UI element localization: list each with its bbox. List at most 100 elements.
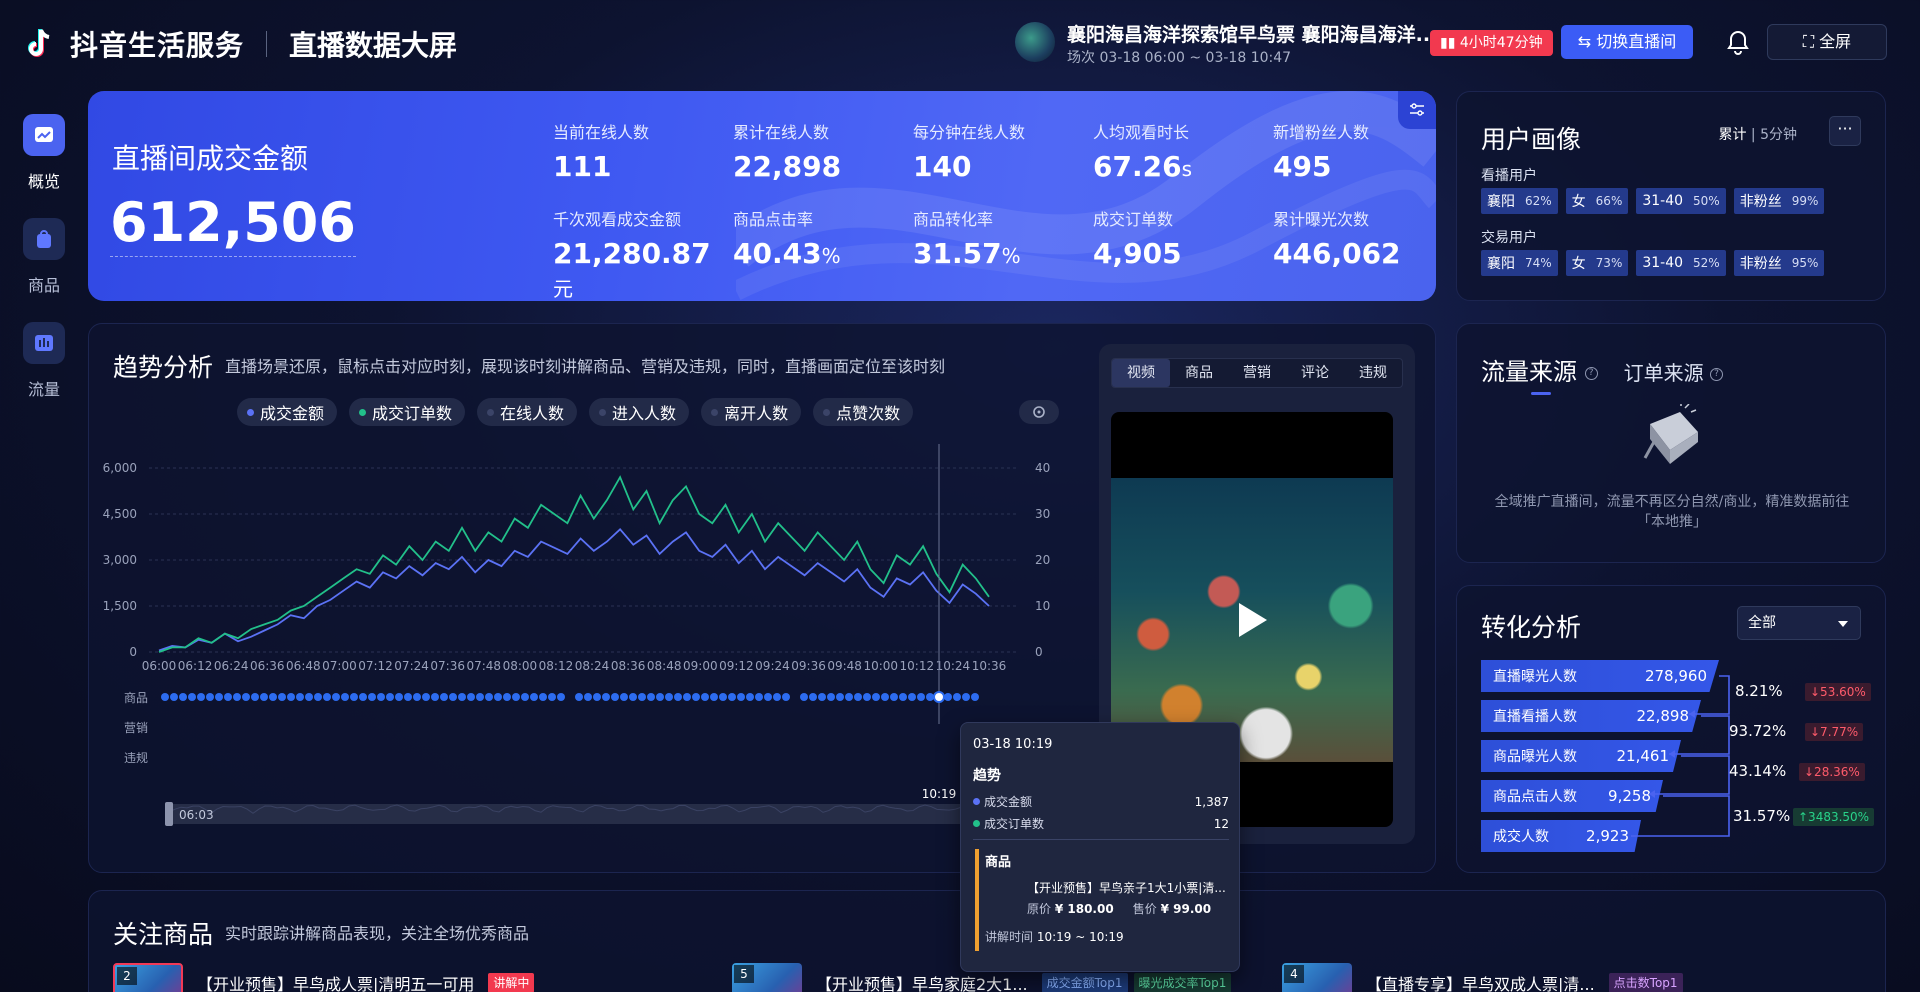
metric-value: 21,280.87元 [553, 237, 711, 301]
toggle-5min[interactable]: 5分钟 [1760, 127, 1797, 143]
traffic-source-panel: 流量来源 ? 订单来源 ? 全域推广直播间，流量不再区分自然/商业，精准数据前往… [1456, 323, 1886, 563]
tooltip-goods-accent [975, 849, 979, 951]
funnel-connectors [1631, 675, 1730, 837]
product-track-mark [620, 693, 628, 701]
legend-online[interactable]: 在线人数 [477, 398, 578, 426]
product-name: 【开业预售】早鸟成人票|清明五一可用 [197, 975, 475, 992]
x-tick-label: 10:24 [936, 659, 971, 673]
buyers-label: 交易用户 [1481, 230, 1537, 246]
tooltip-prices: 原价 ¥ 180.00 售价 ¥ 99.00 [1027, 902, 1212, 916]
metric-label: 人均观看时长 [1093, 123, 1190, 142]
product-card[interactable]: 2 【开业预售】早鸟成人票|清明五一可用 讲解中 [113, 963, 535, 992]
conversion-title: 转化分析 [1481, 613, 1582, 642]
product-card[interactable]: 4 【直播专享】早鸟双成人票|清... 点击数Top1 [1282, 963, 1683, 992]
product-track-mark [206, 693, 214, 701]
x-tick-label: 09:00 [683, 659, 718, 673]
product-track-mark [350, 693, 358, 701]
toggle-cumulative[interactable]: 累计 [1718, 127, 1746, 143]
live-room-info[interactable]: 襄阳海昌海洋探索馆早鸟票 襄阳海昌海洋... 场次 03-18 06:00 ~ … [1015, 20, 1437, 68]
product-track-mark [863, 693, 871, 701]
product-track-mark [233, 693, 241, 701]
buyer-tag: 非粉丝 95% [1733, 250, 1825, 276]
tab-goods[interactable]: 商品 [1170, 359, 1228, 387]
viewer-tag: 女 66% [1565, 188, 1629, 214]
more-options-button[interactable]: ··· [1829, 116, 1861, 146]
product-track-mark [215, 693, 223, 701]
product-track-mark [638, 693, 646, 701]
y-right-tick-label: 10 [1035, 599, 1050, 613]
metric-value: 446,062 [1273, 237, 1401, 270]
tooltip-section: 趋势 [973, 768, 1001, 784]
product-track-mark [485, 693, 493, 701]
product-track-mark [809, 693, 817, 701]
legend-enter[interactable]: 进入人数 [589, 398, 690, 426]
trend-chart[interactable]: 6,000 40 4,500 30 3,000 20 1,500 10 0 0 06:00 06:12… [89, 434, 1089, 874]
duration-text: 4小时47分钟 [1459, 35, 1543, 51]
explaining-badge: 讲解中 [488, 973, 535, 992]
nav-label: 流量 [27, 380, 60, 399]
chart-reset-button[interactable] [1019, 400, 1059, 424]
chart-tooltip: 03-18 10:19 趋势 成交金额 1,387 成交订单数 12 商品 【开业预… [960, 722, 1240, 972]
gmv-hero-card: 直播间成交金额 612,506 当前在线人数 111 累计在线人数 22,898 每… [88, 91, 1436, 301]
y-right-tick-label: 40 [1035, 461, 1050, 475]
product-track-mark [827, 693, 835, 701]
buyer-tags: 襄阳 74% 女 73% 31-40 52% 非粉丝 95% [1481, 250, 1825, 276]
rate-value: 31.57% [1733, 807, 1791, 825]
switch-room-button[interactable]: ⇆ 切换直播间 [1561, 25, 1693, 59]
funnel-step: 成交人数 2,923 [1481, 820, 1641, 852]
y-left-tick-label: 0 [129, 645, 137, 659]
tab-order-source[interactable]: 订单来源 ? [1624, 357, 1723, 386]
tab-violations[interactable]: 违规 [1344, 359, 1402, 387]
tab-traffic-source[interactable]: 流量来源 ? [1481, 352, 1598, 395]
help-icon: ? [1584, 366, 1598, 380]
metric-value: 40.43% [733, 237, 841, 270]
product-track-mark [719, 693, 727, 701]
trend-title: 趋势分析 [113, 353, 214, 382]
brand-logo: 抖音生活服务 直播数据大屏 [24, 24, 457, 64]
x-tick-label: 10:00 [863, 659, 898, 673]
y-right-tick-label: 0 [1035, 645, 1043, 659]
y-left-tick-label: 1,500 [103, 599, 137, 613]
legend-orders[interactable]: 成交订单数 [349, 398, 466, 426]
x-tick-label: 09:36 [791, 659, 826, 673]
focus-title: 关注商品 [113, 920, 214, 949]
product-track-mark [746, 693, 754, 701]
buyer-tag: 女 73% [1565, 250, 1629, 276]
time-slider-track [169, 804, 999, 824]
product-track-mark [305, 693, 313, 701]
profile-period-toggle[interactable]: 累计 | 5分钟 [1718, 124, 1797, 144]
legend-gmv[interactable]: 成交金额 [237, 398, 338, 426]
series-line-gmv [158, 528, 990, 652]
product-track-mark [872, 693, 880, 701]
bell-icon[interactable] [1727, 29, 1749, 55]
tooltip-goods-title: 商品 [985, 855, 1012, 870]
top-badge: 曝光成交率Top1 [1133, 973, 1232, 992]
tab-comments[interactable]: 评论 [1286, 359, 1344, 387]
product-track-mark [926, 693, 934, 701]
x-tick-label: 07:24 [394, 659, 429, 673]
product-track-mark [404, 693, 412, 701]
play-icon[interactable] [1239, 603, 1267, 637]
trend-description: 直播场景还原，鼠标点击对应时刻，展现该时刻讲解商品、营销及违规，同时，直播画面定… [225, 357, 946, 376]
traffic-bars-icon [23, 322, 65, 364]
tab-marketing[interactable]: 营销 [1228, 359, 1286, 387]
metric-label: 新增粉丝人数 [1273, 123, 1370, 142]
product-track-mark [917, 693, 925, 701]
product-track-mark [854, 693, 862, 701]
product-track-mark [188, 693, 196, 701]
y-left-tick-label: 6,000 [103, 461, 137, 475]
metric-value: 67.26s [1093, 150, 1192, 183]
legend-leave[interactable]: 离开人数 [701, 398, 802, 426]
nav-item-goods[interactable]: 商品 [21, 218, 67, 296]
product-track-mark [467, 693, 475, 701]
room-title: 襄阳海昌海洋探索馆早鸟票 襄阳海昌海洋... [1067, 24, 1438, 46]
fullscreen-button[interactable]: ⛶ 全屏 [1767, 24, 1887, 60]
room-session-time: 场次 03-18 06:00 ~ 03-18 10:47 [1067, 50, 1292, 66]
conversion-filter-select[interactable]: 全部 [1737, 606, 1861, 640]
legend-likes[interactable]: 点赞次数 [813, 398, 914, 426]
nav-item-traffic[interactable]: 流量 [21, 322, 67, 400]
metric-label: 当前在线人数 [553, 123, 650, 142]
nav-item-overview[interactable]: 概览 [21, 114, 67, 192]
empty-state-text: 全域推广直播间，流量不再区分自然/商业，精准数据前往「本地推」 [1494, 494, 1850, 530]
tab-video[interactable]: 视频 [1112, 359, 1170, 387]
